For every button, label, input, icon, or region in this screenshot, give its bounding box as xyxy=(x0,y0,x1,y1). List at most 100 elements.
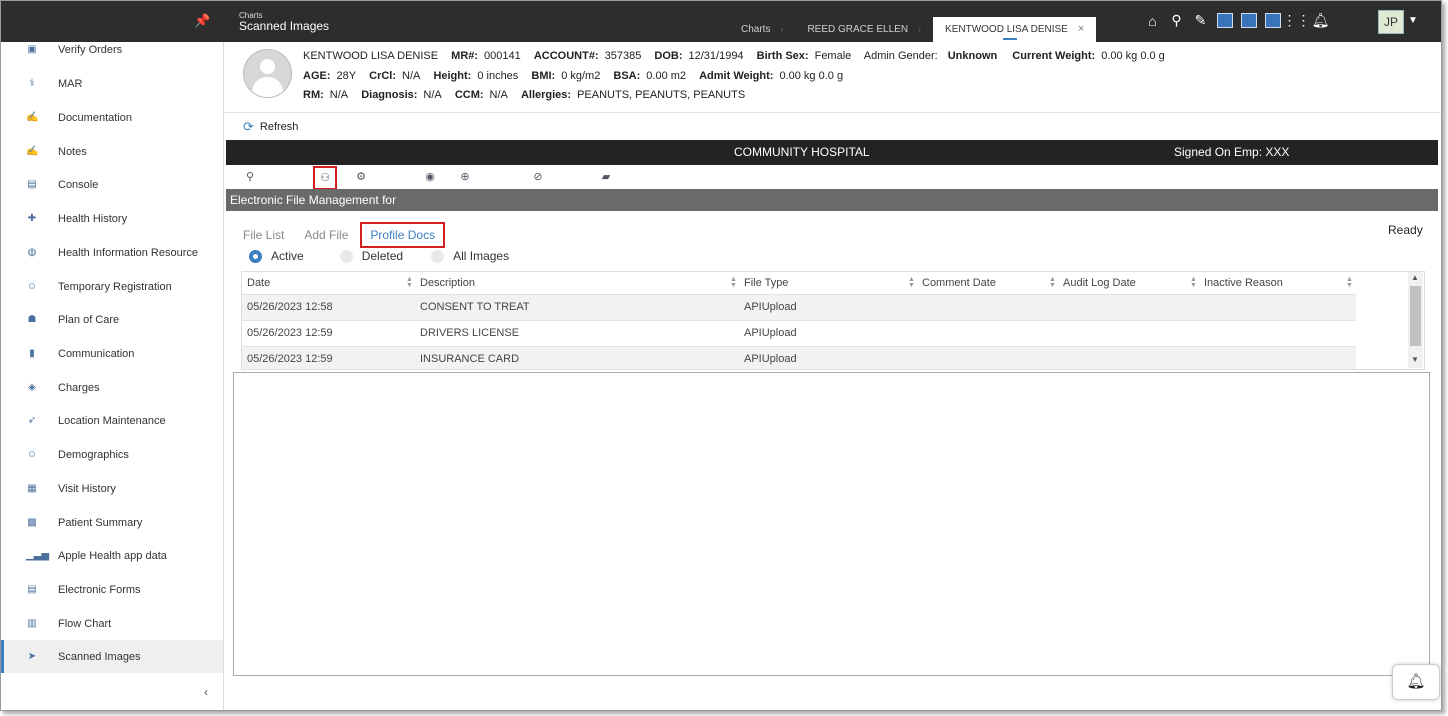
scroll-up-icon[interactable]: ▲ xyxy=(1411,273,1419,282)
tab-kentwood-lisa-denise[interactable]: KENTWOOD LISA DENISE × xyxy=(933,17,1097,42)
notepad-icon[interactable]: ✎ xyxy=(1192,12,1209,29)
table-scrollbar[interactable]: ▲ ▼ xyxy=(1408,272,1423,368)
bsa-value: 0.00 m2 xyxy=(646,70,687,82)
calendar-icon[interactable] xyxy=(1216,12,1233,29)
sort-icon[interactable]: ▲ ▼ xyxy=(406,276,413,289)
sidebar-item-console[interactable]: ▤ Console xyxy=(1,168,223,201)
attach-icon[interactable]: ⊘ xyxy=(530,169,546,185)
mr-label: MR#: xyxy=(451,50,479,62)
sidebar-item-apple-health-app-data[interactable]: ▁▃▅ Apple Health app data xyxy=(1,539,223,572)
sidebar-item-health-information-resource[interactable]: ◍ Health Information Resource xyxy=(1,236,223,269)
sidebar-item-mar[interactable]: ⚕ MAR xyxy=(1,67,223,100)
radio-deleted[interactable]: Deleted xyxy=(339,249,404,263)
sidebar-item-plan-of-care[interactable]: ☗ Plan of Care xyxy=(1,303,223,336)
tab-add-file[interactable]: Add File xyxy=(304,228,348,242)
scan-icon[interactable]: ◉ xyxy=(422,169,438,185)
filter-radios: Active Deleted All Images xyxy=(249,249,537,263)
sort-icon[interactable]: ▲ ▼ xyxy=(730,276,737,289)
avatar[interactable]: JP xyxy=(1378,10,1404,34)
file-table: Date ▲ ▼ Description ▲ ▼ File Type ▲ ▼ Comm… xyxy=(241,271,1425,370)
chevron-left-icon[interactable]: ‹ xyxy=(204,685,208,699)
ccm-label: CCM: xyxy=(454,89,484,101)
patient-row-3: RM: N/A Diagnosis: N/A CCM: N/A Allergies: P… xyxy=(303,89,755,101)
flow-chart-icon: ▥ xyxy=(27,617,37,629)
sidebar-item-temporary-registration[interactable]: ☺ Temporary Registration xyxy=(1,270,223,303)
table-row[interactable]: 05/26/2023 12:58 CONSENT TO TREAT APIUpl… xyxy=(242,294,1356,320)
refresh-icon: ⟳ xyxy=(243,119,254,134)
table-row[interactable]: 05/26/2023 12:59 INSURANCE CARD APIUploa… xyxy=(242,346,1356,369)
height-value: 0 inches xyxy=(477,70,519,82)
refresh-button[interactable]: ⟳ Refresh xyxy=(243,119,298,135)
scroll-down-icon[interactable]: ▼ xyxy=(1411,355,1419,364)
sort-icon[interactable]: ▲ ▼ xyxy=(1049,276,1056,289)
birth-sex-value: Female xyxy=(814,50,852,62)
scroll-thumb[interactable] xyxy=(1410,286,1421,346)
column-header-description[interactable]: Description xyxy=(420,272,475,294)
sidebar-item-label: Patient Summary xyxy=(58,516,143,529)
sidebar-item-label: Electronic Forms xyxy=(58,583,141,596)
radio-label: Deleted xyxy=(361,249,404,263)
column-header-inactive-reason[interactable]: Inactive Reason xyxy=(1204,272,1283,294)
person-icon: ☺ xyxy=(26,448,38,460)
subtabs: File List Add File Profile Docs xyxy=(243,222,465,248)
current-weight-label: Current Weight: xyxy=(1012,50,1096,62)
sidebar-item-demographics[interactable]: ☺ Demographics xyxy=(1,438,223,471)
sort-icon[interactable]: ▲ ▼ xyxy=(908,276,915,289)
patient-photo xyxy=(243,49,292,98)
tab-charts[interactable]: Charts › xyxy=(729,17,795,42)
sidebar-item-flow-chart[interactable]: ▥ Flow Chart xyxy=(1,607,223,640)
column-header-date[interactable]: Date xyxy=(247,272,270,294)
window-icon[interactable] xyxy=(1264,12,1281,29)
home-icon[interactable]: ⌂ xyxy=(1144,12,1161,29)
allergies-label: Allergies: xyxy=(520,89,572,101)
sidebar-item-notes[interactable]: ✍ Notes xyxy=(1,135,223,168)
column-header-file-type[interactable]: File Type xyxy=(744,272,788,294)
database-icon[interactable] xyxy=(1240,12,1257,29)
cell-description: DRIVERS LICENSE xyxy=(420,327,520,339)
sidebar: ▣ Verify Orders ⚕ MAR ✍ Documentation ✍ Note… xyxy=(1,42,224,710)
notifications-button[interactable]: 🔔︎ xyxy=(1392,664,1440,700)
radio-active[interactable]: Active xyxy=(249,249,304,263)
radio-all-images[interactable]: All Images xyxy=(431,249,509,263)
column-header-comment-date[interactable]: Comment Date xyxy=(922,272,996,294)
tab-profile-docs[interactable]: Profile Docs xyxy=(360,222,446,248)
sidebar-item-patient-summary[interactable]: ▩ Patient Summary xyxy=(1,506,223,539)
sort-icon[interactable]: ▲ ▼ xyxy=(1346,276,1353,289)
chevron-down-icon[interactable]: ▼ xyxy=(1408,15,1418,26)
sidebar-item-label: Documentation xyxy=(58,111,132,124)
table-row[interactable]: 05/26/2023 12:59 DRIVERS LICENSE APIUplo… xyxy=(242,320,1356,346)
profile-docs-icon[interactable]: ⚇ xyxy=(313,166,337,190)
signed-on-emp: Signed On Emp: XXX xyxy=(1174,145,1290,159)
crcl-value: N/A xyxy=(402,70,421,82)
rm-value: N/A xyxy=(329,89,349,101)
sidebar-item-verify-orders[interactable]: ▣ Verify Orders xyxy=(1,33,223,66)
radio-button[interactable] xyxy=(249,249,262,263)
sidebar-item-visit-history[interactable]: ▦ Visit History xyxy=(1,472,223,505)
tab-file-list[interactable]: File List xyxy=(243,228,284,242)
radio-button[interactable] xyxy=(431,249,445,263)
sidebar-item-electronic-forms[interactable]: ▤ Electronic Forms xyxy=(1,573,223,606)
pin-icon[interactable]: 📌 xyxy=(194,13,210,29)
search-icon[interactable]: ⚲ xyxy=(1168,12,1185,29)
sidebar-item-location-maintenance[interactable]: ➶ Location Maintenance xyxy=(1,404,223,437)
sidebar-item-communication[interactable]: ▮ Communication xyxy=(1,337,223,370)
settings-icon[interactable]: ⚙ xyxy=(353,169,369,185)
summary-icon: ▩ xyxy=(27,516,37,528)
status-text: Ready xyxy=(1388,223,1423,237)
sidebar-item-charges[interactable]: ◈ Charges xyxy=(1,371,223,404)
sort-icon[interactable]: ▲ ▼ xyxy=(1190,276,1197,289)
radio-button[interactable] xyxy=(339,249,353,263)
sidebar-item-health-history[interactable]: ✚ Health History xyxy=(1,202,223,235)
apps-grid-icon[interactable]: ⋮⋮ xyxy=(1283,12,1311,29)
ccm-value: N/A xyxy=(489,89,508,101)
bell-icon[interactable]: 🔔︎ xyxy=(1312,12,1330,29)
sidebar-item-scanned-images[interactable]: ➤ Scanned Images xyxy=(1,640,223,673)
search-icon[interactable]: ⚲ xyxy=(242,169,258,185)
column-header-audit-log-date[interactable]: Audit Log Date xyxy=(1063,272,1136,294)
close-icon[interactable]: × xyxy=(1078,23,1084,35)
radio-label: Active xyxy=(271,249,304,263)
zoom-icon[interactable]: ⊕ xyxy=(457,169,473,185)
sidebar-item-documentation[interactable]: ✍ Documentation xyxy=(1,101,223,134)
tab-reed-grace-ellen[interactable]: REED GRACE ELLEN › xyxy=(795,17,933,42)
image-icon[interactable]: ▰ xyxy=(598,169,614,185)
